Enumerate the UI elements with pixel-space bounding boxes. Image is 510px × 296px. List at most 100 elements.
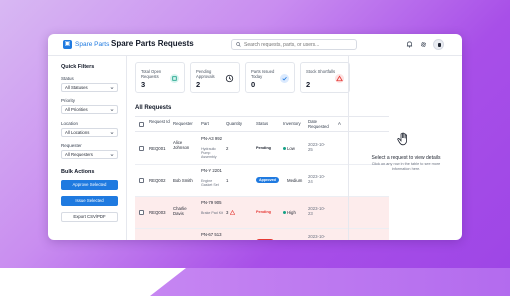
filter-priority-value: All Priorities — [65, 107, 88, 112]
chevron-down-icon — [110, 87, 114, 89]
filter-requester-label: Requester — [61, 143, 82, 148]
part-description: Brake Pad Kit — [201, 211, 223, 215]
filters-sidebar: Quick Filters Status All Statuses Priori… — [48, 56, 127, 240]
column-header[interactable]: A — [338, 121, 341, 126]
bell-icon[interactable] — [406, 41, 413, 48]
stat-value: 2 — [196, 80, 201, 89]
filter-status-label: Status — [61, 76, 74, 81]
inventory-text: Low — [287, 146, 295, 151]
quantity-value: 3 — [226, 210, 229, 215]
quantity: 1 — [226, 178, 229, 183]
search-icon — [236, 42, 241, 47]
approve-selected-button[interactable]: Approve Selected — [61, 180, 118, 190]
inventory-dot — [283, 147, 286, 151]
top-bar: ▣ Spare Parts Spare Parts Requests — [48, 34, 462, 56]
export-button[interactable]: Export CSV/PDF — [61, 212, 118, 222]
chevron-down-icon — [110, 154, 114, 156]
quick-filters-title: Quick Filters — [61, 64, 95, 70]
part-description: Hydraulic Pump Assembly — [201, 147, 217, 159]
quantity: 3 — [226, 210, 235, 216]
column-header[interactable]: Requester — [173, 121, 193, 126]
chevron-down-icon — [110, 109, 114, 111]
part-description: Engine Gasket Set — [201, 179, 219, 187]
app-window: ▣ Spare Parts Spare Parts Requests Quick… — [48, 34, 462, 240]
part-number: PN-Y 2201 — [201, 168, 222, 173]
app-logo[interactable]: ▣ Spare Parts — [63, 40, 109, 49]
quantity: 2 — [226, 146, 229, 151]
filter-location-label: Location — [61, 121, 79, 126]
warning-icon — [335, 74, 344, 83]
request-id: REQ001 — [149, 146, 166, 151]
inventory-level: Low — [283, 146, 295, 151]
filter-requester-select[interactable]: All Requesters — [61, 150, 118, 159]
logo-icon: ▣ — [63, 40, 72, 49]
column-header[interactable]: Status — [256, 121, 268, 126]
filter-location-value: All Locations — [65, 130, 90, 135]
stat-card-issued: Parts Issued Today 0 — [245, 62, 295, 93]
empty-state-title: Select a request to view details — [371, 155, 441, 161]
requester: Alice Johnson — [173, 140, 190, 150]
filter-status-value: All Statuses — [65, 85, 88, 90]
inventory-text: High — [287, 210, 296, 215]
column-header[interactable]: Request Id — [149, 119, 171, 124]
row-checkbox[interactable] — [139, 210, 144, 215]
issue-selected-button[interactable]: Issue Selected — [61, 196, 118, 206]
inventory-level: Medium — [287, 178, 303, 183]
page-title: Spare Parts Requests — [111, 39, 194, 48]
column-header[interactable]: Quantity — [226, 121, 242, 126]
row-checkbox[interactable] — [139, 178, 144, 183]
search-input[interactable] — [244, 41, 354, 48]
status-badge: Pending — [256, 146, 271, 150]
stat-card-open: Total Open Requests 3 — [135, 62, 185, 93]
all-requests-title: All Requests — [135, 105, 172, 111]
stat-value: 2 — [306, 80, 311, 89]
date-requested: 2023-10-24 — [308, 174, 326, 184]
date-requested: 2023-10- — [308, 234, 326, 239]
stat-label: Stock Shortfalls — [306, 69, 336, 74]
column-header[interactable]: Date Requested — [308, 119, 330, 129]
filter-status-select[interactable]: All Statuses — [61, 83, 118, 92]
filter-priority-label: Priority — [61, 98, 76, 103]
stat-label: Pending Approvals — [196, 69, 215, 79]
date-requested: 2023-10-25 — [308, 142, 326, 152]
filter-requester-value: All Requesters — [65, 152, 93, 157]
part-number: PN-67 513 — [201, 232, 222, 237]
status-badge: Approved — [256, 177, 279, 183]
detail-pane: Select a request to view details Click o… — [348, 56, 462, 240]
request-id: REQ002 — [149, 178, 166, 183]
clock-icon — [225, 74, 234, 83]
filter-location-select[interactable]: All Locations — [61, 128, 118, 137]
box-icon — [170, 74, 179, 83]
stat-value: 3 — [141, 80, 146, 89]
filter-priority-select[interactable]: All Priorities — [61, 105, 118, 114]
stat-label: Parts Issued Today — [251, 69, 275, 79]
status-badge — [256, 239, 274, 240]
stat-card-pending: Pending Approvals 2 — [190, 62, 240, 93]
stat-label: Total Open Requests — [141, 69, 162, 79]
date-requested: 2023-10-23 — [308, 206, 326, 216]
status-badge: Pending — [256, 210, 271, 214]
requester: Bob Smith — [173, 178, 193, 183]
empty-state-subtitle: Click on any row in the table to see mor… — [371, 162, 441, 171]
request-id: REQ003 — [149, 210, 166, 215]
part-number: PN-A3 992 — [201, 136, 223, 141]
stat-card-shortfalls: Stock Shortfalls 2 — [300, 62, 350, 93]
row-checkbox[interactable] — [139, 146, 144, 151]
logo-text: Spare Parts — [75, 41, 110, 48]
user-avatar[interactable] — [433, 39, 444, 50]
select-all-checkbox[interactable] — [139, 122, 144, 127]
column-header[interactable]: Part — [201, 121, 209, 126]
check-icon — [280, 74, 289, 83]
requester: Charlie Davis — [173, 206, 187, 216]
inventory-level: High — [283, 210, 296, 215]
inventory-dot — [283, 211, 286, 215]
search-box[interactable] — [231, 39, 357, 50]
page-background-band — [0, 268, 510, 296]
chevron-down-icon — [110, 132, 114, 134]
hand-pointer-icon — [397, 132, 407, 146]
warning-icon — [229, 210, 235, 216]
gear-icon[interactable] — [420, 41, 427, 48]
column-header[interactable]: Inventory — [283, 121, 301, 126]
bulk-actions-title: Bulk Actions — [61, 169, 95, 175]
stat-value: 0 — [251, 80, 256, 89]
